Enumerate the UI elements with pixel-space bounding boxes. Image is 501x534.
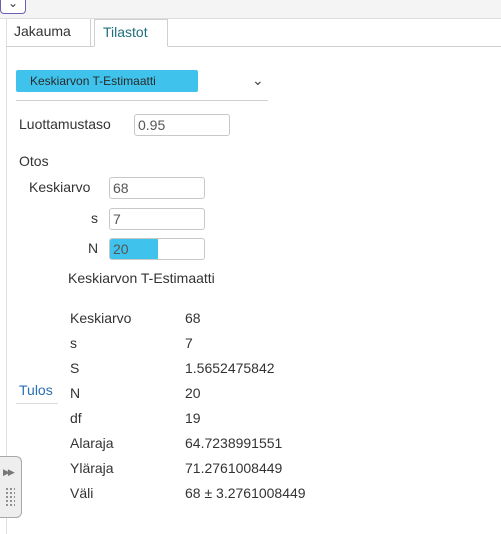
procedure-selected-label: Keskiarvon T-Estimaatti (30, 74, 156, 88)
result-value: 68 (185, 310, 201, 326)
result-key: Alaraja (70, 435, 114, 451)
result-title: Keskiarvon T-Estimaatti (68, 270, 215, 286)
result-key: N (70, 385, 81, 401)
result-row: Yläraja 71.2761008449 (70, 460, 390, 480)
n-label: N (88, 240, 99, 256)
n-input[interactable]: 20 (109, 238, 205, 260)
result-value: 7 (185, 335, 193, 351)
mean-input[interactable]: 68 (109, 177, 205, 199)
chevron-icon: ⌄ (7, 0, 19, 10)
result-row: Alaraja 64.7238991551 (70, 435, 390, 455)
result-label-divider (16, 403, 58, 404)
result-row: s7 (70, 335, 390, 355)
sample-heading: Otos (19, 153, 49, 169)
confidence-label: Luottamustaso (19, 116, 111, 132)
tab-tilastot[interactable]: Tilastot (94, 19, 168, 47)
drag-handle-icon (5, 487, 15, 507)
result-row: N 20 (70, 385, 390, 405)
result-label: Tulos (19, 382, 53, 398)
result-row: df 19 (70, 410, 390, 430)
result-key: Yläraja (70, 460, 114, 476)
n-value: 20 (113, 241, 129, 257)
confidence-value: 0.95 (138, 117, 166, 133)
tab-jakauma[interactable]: Jakauma (6, 19, 91, 46)
result-key: s (70, 335, 77, 351)
result-value: 64.7238991551 (185, 435, 283, 451)
sd-label: s (91, 210, 98, 226)
top-toolbar: ⌄ (0, 0, 501, 19)
result-key: Väli (70, 485, 94, 501)
result-row: Keskiarvo 68 (70, 310, 390, 330)
tab-bar: Jakauma Tilastot (6, 19, 501, 47)
procedure-select[interactable]: Keskiarvon T-Estimaatti ⌄ (16, 68, 268, 101)
mean-label: Keskiarvo (29, 179, 91, 195)
result-key: Keskiarvo (70, 310, 132, 326)
result-key: S (70, 360, 80, 376)
result-value: 1.5652475842 (185, 360, 275, 376)
result-value: 19 (185, 410, 201, 426)
toolbar-toggle-button[interactable]: ⌄ (0, 0, 26, 14)
result-key: df (70, 410, 82, 426)
sd-value: 7 (113, 211, 121, 227)
result-value: 68 ± 3.2761008449 (185, 485, 306, 501)
result-row: S 1.5652475842 (70, 360, 390, 380)
mean-value: 68 (113, 180, 129, 196)
result-value: 71.2761008449 (185, 460, 283, 476)
expand-arrows-icon: ▶▶ (3, 467, 15, 477)
result-value: 20 (185, 385, 201, 401)
result-row: Väli 68 ± 3.2761008449 (70, 485, 390, 505)
side-panel-handle[interactable]: ▶▶ (0, 456, 22, 518)
confidence-input[interactable]: 0.95 (134, 114, 230, 136)
chevron-down-icon[interactable]: ⌄ (252, 72, 264, 89)
sd-input[interactable]: 7 (109, 208, 205, 230)
